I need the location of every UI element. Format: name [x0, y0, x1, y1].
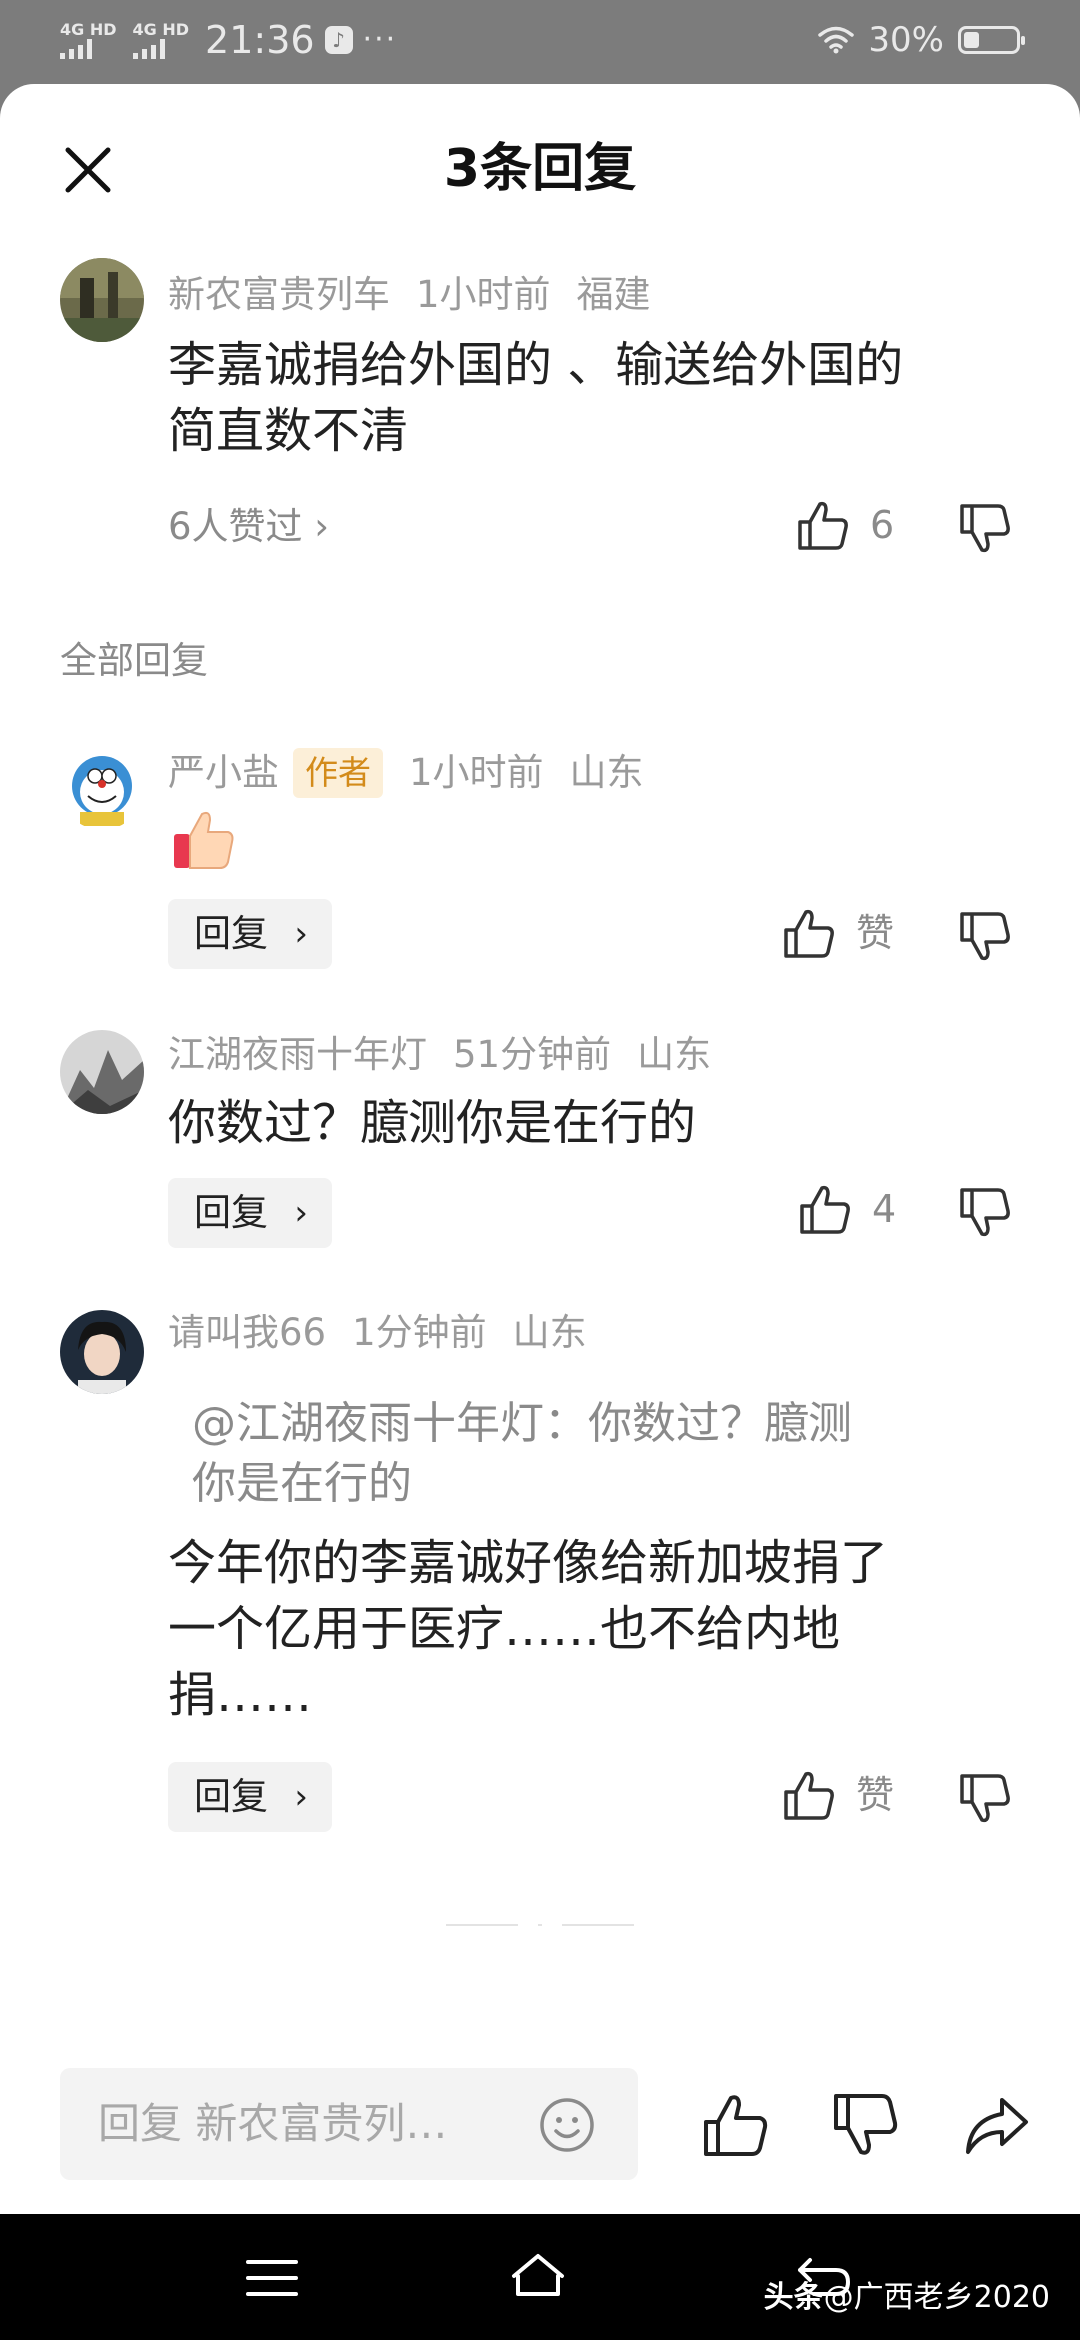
timestamp: 1分钟前 [352, 1311, 487, 1354]
home-icon[interactable] [508, 2248, 568, 2308]
timestamp: 51分钟前 [453, 1033, 612, 1076]
comment-meta: 严小盐 作者 1小时前 山东 [168, 748, 644, 798]
avatar[interactable] [60, 1030, 144, 1114]
signal-label-2: 4G HD [132, 20, 190, 39]
menu-icon[interactable] [242, 2248, 302, 2308]
comment-meta: 新农富贵列车 1小时前 福建 [168, 270, 651, 320]
like-count: 6 [870, 503, 895, 547]
chevron-right-icon: › [302, 505, 330, 548]
avatar[interactable] [60, 258, 144, 342]
reply-label: 回复 [194, 912, 268, 955]
location: 福建 [576, 273, 651, 316]
all-replies-label: 全部回复 [60, 639, 208, 682]
avatar[interactable] [60, 746, 144, 830]
likers-label: 6人赞过 [168, 505, 303, 548]
clock: 21:36 [205, 18, 315, 62]
username[interactable]: 严小盐 [168, 748, 279, 798]
battery-percent: 30% [868, 20, 944, 60]
douyin-icon: ♪ [324, 26, 353, 54]
reply-input-bar: 回复 新农富贵列… [0, 2068, 1080, 2214]
likers-link[interactable]: 6人赞过 › [168, 502, 329, 552]
signal-label: 4G HD [60, 20, 117, 39]
quote-line: 你是在行的 [192, 1458, 412, 1509]
thumbs-down-icon[interactable] [958, 502, 1012, 556]
like-button[interactable]: 6 [796, 498, 894, 552]
chevron-right-icon: › [294, 1193, 308, 1233]
wifi-icon [818, 26, 855, 54]
like-label: 赞 [856, 1773, 895, 1817]
reply-label: 回复 [194, 1191, 268, 1234]
status-bar: 4G HD 4G HD 21:36 ♪ ··· 30% [0, 0, 1080, 84]
reply-input[interactable]: 回复 新农富贵列… [60, 2068, 638, 2180]
comment-text: 你数过？臆测你是在行的 [168, 1095, 697, 1151]
thumbs-up-icon [784, 909, 834, 958]
like-button[interactable]: 赞 [782, 906, 894, 960]
signal-icon-2: 4G HD [132, 20, 190, 59]
reply-input-placeholder: 回复 新农富贵列… [98, 2099, 448, 2148]
watermark: 头条@广西老乡2020 [764, 2278, 1050, 2318]
like-button[interactable]: 赞 [782, 1768, 894, 1822]
quote-line: @江湖夜雨十年灯：你数过？臆测 [192, 1398, 852, 1449]
comment-meta: 江湖夜雨十年灯 51分钟前 山东 [168, 1030, 711, 1080]
thumbs-down-icon[interactable] [830, 2090, 900, 2160]
thumbs-down-icon[interactable] [958, 910, 1012, 964]
thumbs-down-icon[interactable] [958, 1772, 1012, 1826]
username[interactable]: 新农富贵列车 [168, 270, 390, 320]
thumbs-up-emoji-icon [174, 811, 234, 869]
location: 山东 [512, 1311, 587, 1354]
system-nav-bar: 头条@广西老乡2020 [0, 2214, 1080, 2340]
comment-text: 今年你的李嘉诚好像给新加坡捐了 一个亿用于医疗……也不给内地 捐…… [168, 1530, 1008, 1728]
reply-button[interactable]: 回复 › [168, 1178, 332, 1248]
username[interactable]: 请叫我66 [168, 1308, 326, 1358]
location: 山东 [569, 751, 644, 794]
thumbs-up-icon[interactable] [700, 2090, 770, 2160]
watermark-brand: 头条 [763, 2280, 824, 2315]
like-button[interactable]: 4 [798, 1182, 896, 1236]
thumbs-up-icon [800, 1185, 850, 1234]
timestamp: 1小时前 [409, 751, 544, 794]
share-icon[interactable] [962, 2090, 1032, 2160]
reply-button[interactable]: 回复 › [168, 899, 332, 969]
comment-text-line: 今年你的李嘉诚好像给新加坡捐了 [168, 1535, 889, 1591]
comment-text [168, 804, 1008, 893]
comment-text-line: 李嘉诚捐给外国的 、输送给外国的 [168, 337, 904, 393]
comment-text-line: 一个亿用于医疗……也不给内地 [168, 1601, 841, 1657]
like-count: 4 [872, 1187, 897, 1231]
thumbs-up-icon [798, 501, 848, 550]
signal-icon: 4G HD [60, 21, 117, 59]
sheet-title: 3条回复 [443, 139, 637, 199]
more-notifications-icon: ··· [362, 22, 398, 57]
reply-label: 回复 [194, 1775, 268, 1818]
username[interactable]: 江湖夜雨十年灯 [168, 1030, 427, 1080]
watermark-handle: @广西老乡2020 [823, 2280, 1050, 2315]
like-label: 赞 [856, 911, 895, 955]
emoji-icon[interactable] [538, 2096, 596, 2154]
timestamp: 1小时前 [416, 273, 551, 316]
reply-button[interactable]: 回复 › [168, 1762, 332, 1832]
quoted-reply[interactable]: @江湖夜雨十年灯：你数过？臆测 你是在行的 [192, 1394, 992, 1514]
chevron-right-icon: › [294, 1777, 308, 1817]
avatar[interactable] [60, 1310, 144, 1394]
thumbs-up-icon [784, 1771, 834, 1820]
thumbs-down-icon[interactable] [958, 1186, 1012, 1240]
comment-meta: 请叫我66 1分钟前 山东 [168, 1308, 587, 1358]
comment-text-line: 简直数不清 [168, 403, 409, 459]
comment-text-line: 捐…… [168, 1667, 313, 1723]
replies-sheet: 3条回复 新农富贵列车 1小时前 福建 李嘉诚捐给外国的 、输送给外国的 简直数… [0, 84, 1080, 2214]
chevron-right-icon: › [294, 914, 308, 954]
comment-text: 李嘉诚捐给外国的 、输送给外国的 简直数不清 [168, 332, 1008, 464]
location: 山东 [637, 1033, 712, 1076]
battery-icon [958, 26, 1025, 54]
end-of-list-indicator [446, 1922, 636, 1928]
author-badge: 作者 [293, 748, 383, 798]
